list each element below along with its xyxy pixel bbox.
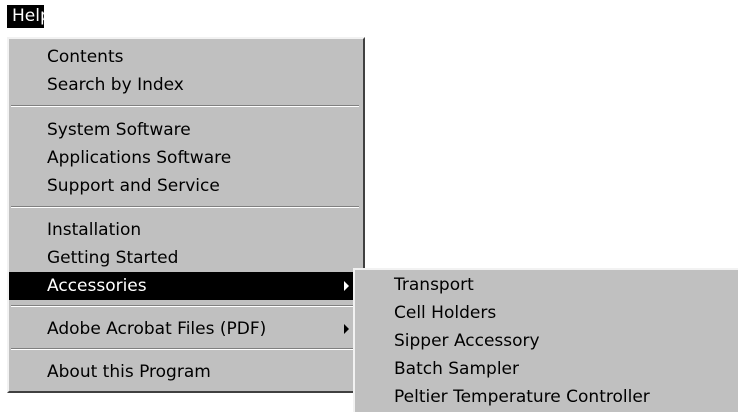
menu-separator [11,348,359,350]
menu-item-label: Accessories [47,276,147,296]
menu-item-label: About this Program [47,362,211,382]
menu-item-search-by-index[interactable]: Search by Index [9,71,363,99]
menu-separator [11,305,359,307]
submenu-item-cell-holders[interactable]: Cell Holders [355,299,738,327]
submenu-item-transport[interactable]: Transport [355,271,738,299]
menu-item-label: Installation [47,220,142,240]
submenu-arrow-icon [344,324,349,334]
menu-item-label: Applications Software [47,148,232,168]
menu-item-label: Support and Service [47,176,220,196]
menu-item-label: Adobe Acrobat Files (PDF) [47,319,267,339]
menu-separator [11,105,359,107]
menu-item-accessories[interactable]: Accessories [9,272,363,300]
menu-item-system-software[interactable]: System Software [9,116,363,144]
menu-item-label: Contents [47,47,124,67]
menu-item-contents[interactable]: Contents [9,43,363,71]
submenu-item-sipper-accessory[interactable]: Sipper Accessory [355,327,738,355]
submenu-item-label: Peltier Temperature Controller [394,387,650,407]
menu-item-about-this-program[interactable]: About this Program [9,358,363,386]
menu-item-installation[interactable]: Installation [9,216,363,244]
menu-item-label: Search by Index [47,75,184,95]
help-menu: Contents Search by Index System Software… [7,37,365,393]
menu-item-support-and-service[interactable]: Support and Service [9,172,363,200]
submenu-arrow-icon [344,281,349,291]
submenu-item-label: Sipper Accessory [394,331,540,351]
menu-item-label: System Software [47,120,191,140]
submenu-item-label: Cell Holders [394,303,497,323]
submenu-item-label: Batch Sampler [394,359,520,379]
help-menu-title[interactable]: Help [7,5,51,28]
menu-separator [11,206,359,208]
accessories-submenu: Transport Cell Holders Sipper Accessory … [353,268,738,412]
menu-item-applications-software[interactable]: Applications Software [9,144,363,172]
menu-item-adobe-acrobat-files[interactable]: Adobe Acrobat Files (PDF) [9,315,363,343]
submenu-item-peltier-temperature-controller[interactable]: Peltier Temperature Controller [355,383,738,411]
menu-item-getting-started[interactable]: Getting Started [9,244,363,272]
submenu-item-batch-sampler[interactable]: Batch Sampler [355,355,738,383]
menu-item-label: Getting Started [47,248,179,268]
submenu-item-label: Transport [394,275,474,295]
